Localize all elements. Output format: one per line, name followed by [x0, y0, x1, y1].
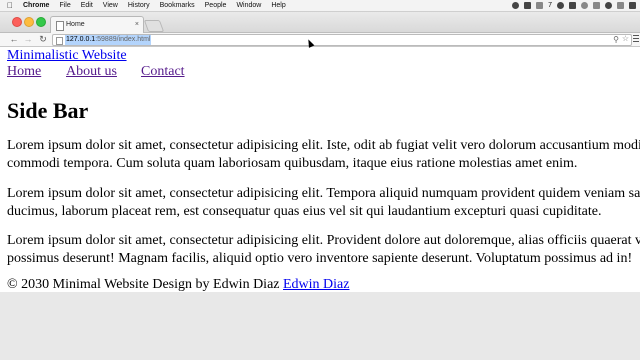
address-bar[interactable]: 127.0.0.1:59889/index.html ⚲ ☆: [52, 34, 632, 46]
sidebar-heading: Side Bar: [7, 98, 89, 123]
zoom-window-button[interactable]: [36, 17, 46, 27]
status-cloud-icon[interactable]: [569, 2, 576, 9]
nav-about-link[interactable]: About us: [66, 64, 117, 80]
status-sync-icon[interactable]: [557, 2, 564, 9]
url-text[interactable]: 127.0.0.1:59889/index.html: [65, 35, 152, 45]
volume-icon[interactable]: [617, 2, 624, 9]
search-icon[interactable]: ⚲: [613, 35, 619, 45]
url-host: 127.0.0.1: [66, 36, 96, 43]
page-favicon-icon: [56, 21, 64, 31]
paragraph-1-line-2: commodi tempora. Cum soluta quam laborio…: [7, 156, 578, 171]
status-count: 7: [548, 2, 552, 9]
paragraph-2-line-2: ducimus, laborum placeat rem, est conseq…: [7, 204, 602, 219]
page-info-icon[interactable]: [56, 37, 63, 45]
status-keyboard-icon[interactable]: [536, 2, 544, 9]
menu-help[interactable]: Help: [271, 0, 285, 11]
tab-title: Home: [66, 21, 85, 28]
paragraph-1-line-1: Lorem ipsum dolor sit amet, consectetur …: [7, 138, 640, 153]
menu-file[interactable]: File: [59, 0, 70, 11]
menu-history[interactable]: History: [128, 0, 150, 11]
nav-contact-link[interactable]: Contact: [141, 64, 185, 80]
paragraph-1: Lorem ipsum dolor sit amet, consectetur …: [7, 137, 640, 173]
minimize-window-button[interactable]: [24, 17, 34, 27]
menu-edit[interactable]: Edit: [81, 0, 93, 11]
wifi-icon[interactable]: [605, 2, 612, 9]
status-app-icon[interactable]: [524, 2, 532, 9]
site-title-link[interactable]: Minimalistic Website: [7, 48, 127, 64]
status-bluetooth-icon[interactable]: [593, 2, 600, 9]
url-path: :59889/index.html: [95, 36, 151, 43]
footer-copyright: © 2030 Minimal Website Design by Edwin D…: [7, 277, 280, 292]
page-footer: © 2030 Minimal Website Design by Edwin D…: [7, 277, 349, 292]
footer-author-link[interactable]: Edwin Diaz: [283, 277, 349, 292]
reload-icon[interactable]: ↻: [37, 33, 49, 46]
tab-close-icon[interactable]: ×: [135, 17, 139, 33]
battery-icon[interactable]: [629, 2, 636, 9]
menu-chrome[interactable]: Chrome: [23, 0, 49, 11]
browser-toolbar: ← → ↻ 127.0.0.1:59889/index.html ⚲ ☆: [0, 33, 640, 47]
tab-home[interactable]: Home ×: [50, 16, 144, 33]
paragraph-3-line-2: possimus deserunt! Magnam facilis, aliqu…: [7, 251, 633, 266]
status-icons: 7: [512, 0, 636, 11]
os-menubar:  Chrome File Edit View History Bookmark…: [0, 0, 640, 12]
paragraph-2-line-1: Lorem ipsum dolor sit amet, consectetur …: [7, 186, 640, 201]
browser-menu-icon[interactable]: [633, 35, 639, 43]
menu-bookmarks[interactable]: Bookmarks: [160, 0, 195, 11]
forward-arrow-icon[interactable]: →: [22, 33, 34, 46]
paragraph-3: Lorem ipsum dolor sit amet, consectetur …: [7, 232, 640, 268]
nav-home-link[interactable]: Home: [7, 64, 41, 80]
paragraph-3-line-1: Lorem ipsum dolor sit amet, consectetur …: [7, 233, 640, 248]
new-tab-button[interactable]: [143, 20, 165, 32]
browser-titlebar: Home ×: [0, 12, 640, 33]
menu-people[interactable]: People: [205, 0, 227, 11]
back-arrow-icon[interactable]: ←: [8, 33, 20, 46]
menu-view[interactable]: View: [103, 0, 118, 11]
menu-window[interactable]: Window: [236, 0, 261, 11]
status-timer-icon[interactable]: [581, 2, 588, 9]
paragraph-2: Lorem ipsum dolor sit amet, consectetur …: [7, 185, 640, 221]
close-window-button[interactable]: [12, 17, 22, 27]
status-record-icon[interactable]: [512, 2, 520, 9]
page-viewport: Minimalistic Website Home About us Conta…: [0, 47, 640, 292]
apple-menu-icon[interactable]: : [7, 0, 15, 11]
bookmark-star-icon[interactable]: ☆: [622, 34, 629, 44]
